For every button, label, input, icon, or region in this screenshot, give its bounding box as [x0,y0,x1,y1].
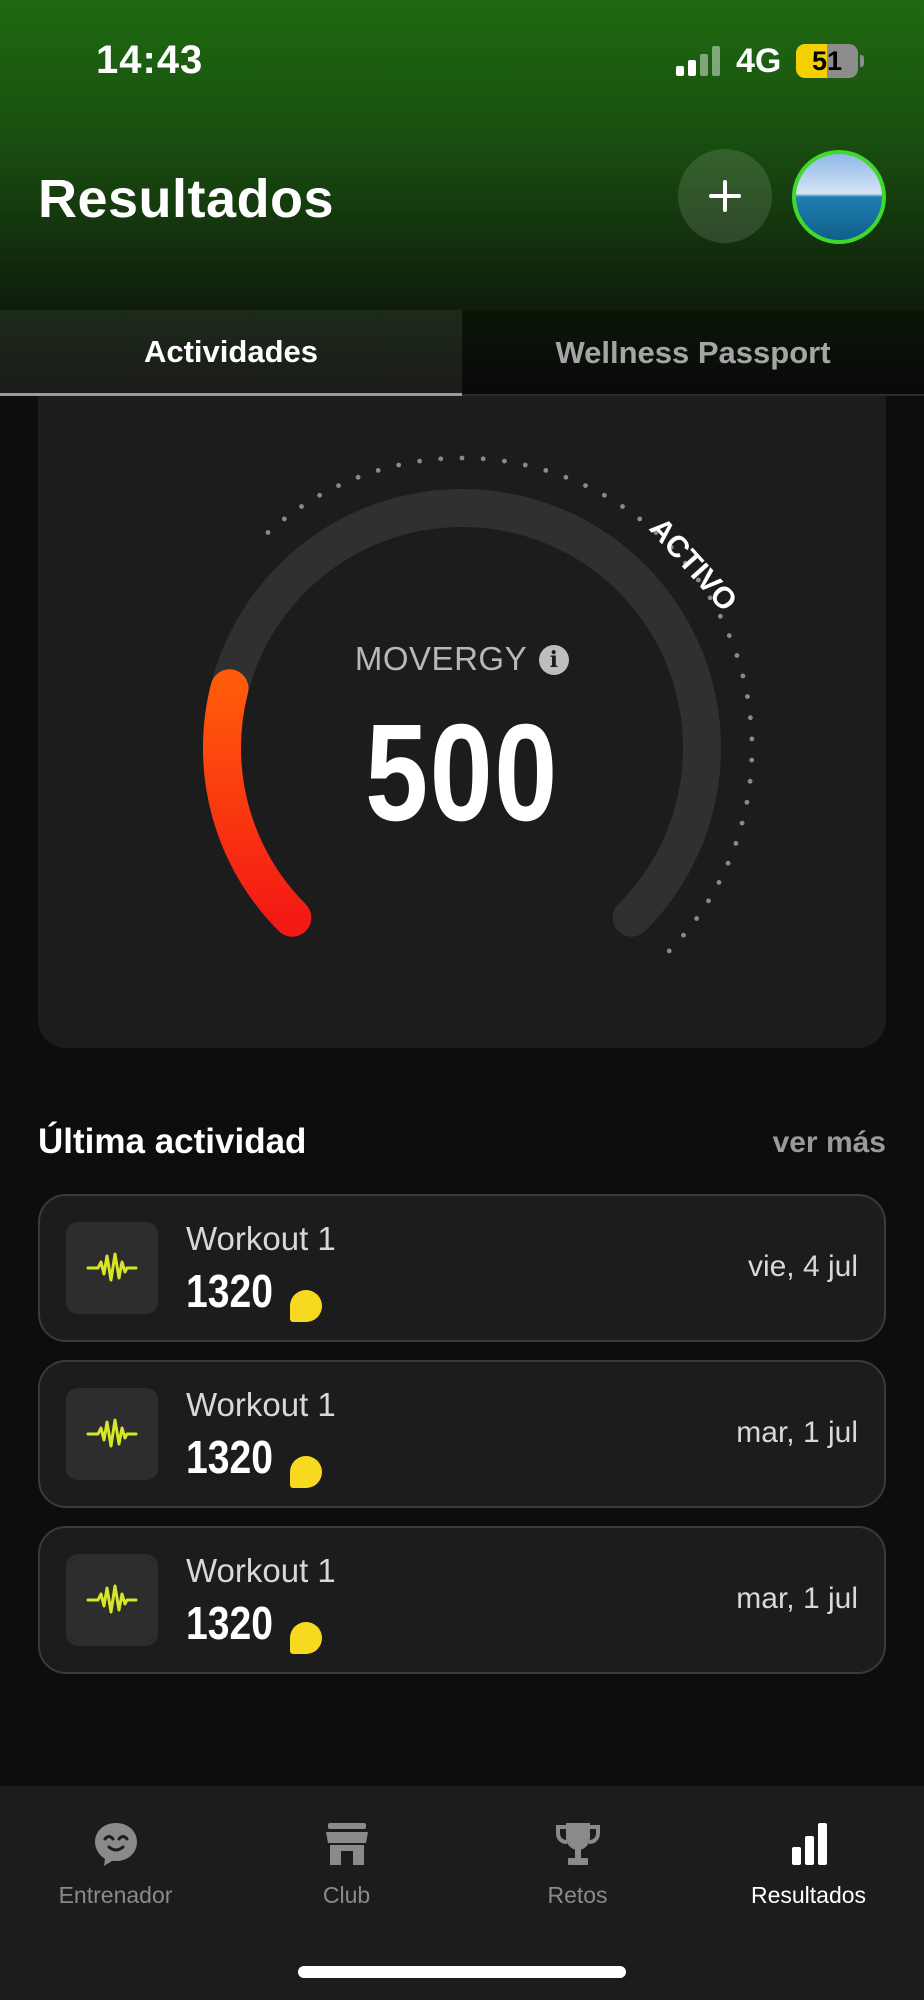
activity-value: 1320 [186,1265,273,1317]
gauge-zone-dot [417,458,422,464]
gauge-zone-dot [681,932,686,938]
activity-card[interactable]: Workout 1 1320 mar, 1 jul [38,1360,886,1508]
nav-label: Entrenador [58,1882,173,1908]
info-icon[interactable]: i [539,645,570,675]
gauge-zone-dot [265,530,271,535]
activity-value: 1320 [186,1431,273,1483]
battery-tip [860,55,864,67]
heartbeat-wave-icon [66,1388,158,1480]
coin-icon [290,1290,322,1322]
gauge-zone-dot [602,492,607,498]
heartbeat-wave-icon [66,1222,158,1314]
activity-name: Workout 1 [186,1552,336,1589]
avatar[interactable] [792,150,886,244]
movergy-label: MOVERGY i [38,640,886,678]
status-time: 14:43 [96,38,204,82]
gauge-zone-dot [375,468,381,473]
gauge-zone-dot [637,516,643,522]
gauge-zone-dot [583,483,588,488]
coach-chat-icon [88,1816,144,1872]
movergy-label-text: MOVERGY [354,640,528,677]
nav-entrenador[interactable]: Entrenador [0,1786,231,1926]
page-title: Resultados [38,169,335,229]
tab-wellness-passport[interactable]: Wellness Passport [462,310,924,396]
plus-icon [709,180,741,212]
gauge-zone-dot [522,462,528,468]
nav-club[interactable]: Club [231,1786,462,1926]
coin-icon [290,1456,322,1488]
gauge-zone-dot [281,516,287,522]
activity-name: Workout 1 [186,1220,336,1257]
movergy-score: 500 [365,696,559,850]
bar-chart-icon [781,1816,837,1872]
gauge-zone-dot [438,456,444,462]
gauge-zone-dot [543,468,549,473]
last-activity-title: Última actividad [38,1122,307,1161]
nav-label: Resultados [750,1882,867,1908]
activity-date: mar, 1 jul [736,1416,858,1449]
nav-resultados[interactable]: Resultados [693,1786,924,1926]
status-bar: 14:43 4G 51 [0,0,924,120]
gauge-zone-dot [694,916,699,921]
add-button[interactable] [678,149,772,243]
gauge-zone-dot [480,456,486,462]
gauge-zone-dot [726,633,732,638]
gauge-zone-dot [336,483,341,488]
home-indicator [298,1966,626,1978]
gauge-zone-dot [563,474,569,480]
tab-bar: Actividades Wellness Passport [0,310,924,396]
gauge-zone-dot [355,474,361,480]
gauge-zone-dot [459,455,465,461]
gauge-zone-dot [299,504,304,509]
battery-icon: 51 [796,44,858,78]
gauge-zone-dot [666,948,672,954]
tab-actividades[interactable]: Actividades [0,310,462,396]
activity-date: vie, 4 jul [747,1250,858,1283]
nav-retos[interactable]: Retos [462,1786,693,1926]
signal-icon [676,46,720,76]
activity-card[interactable]: Workout 1 1320 mar, 1 jul [38,1526,886,1674]
nav-label: Club [322,1882,371,1908]
activity-date: mar, 1 jul [736,1582,858,1615]
gauge-zone-dot [620,504,625,509]
coin-icon [290,1622,322,1654]
activity-value: 1320 [186,1597,273,1649]
gauge-zone-dot [502,458,507,464]
gauge-zone-dot [706,898,711,904]
gauge-zone-dot [317,492,322,498]
movergy-gauge-card: ACTIVO MOVERGY i 500 [38,396,886,1048]
see-more-link[interactable]: ver más [773,1126,886,1160]
gauge-zone-dot [716,880,722,885]
storefront-icon [319,1816,375,1872]
gauge-zone-dot [396,462,402,468]
nav-label: Retos [547,1882,608,1908]
activity-card[interactable]: Workout 1 1320 vie, 4 jul [38,1194,886,1342]
heartbeat-wave-icon [66,1554,158,1646]
network-type: 4G [736,42,782,80]
gauge-zone-dot [725,860,731,866]
activity-name: Workout 1 [186,1386,336,1423]
trophy-icon [550,1816,606,1872]
